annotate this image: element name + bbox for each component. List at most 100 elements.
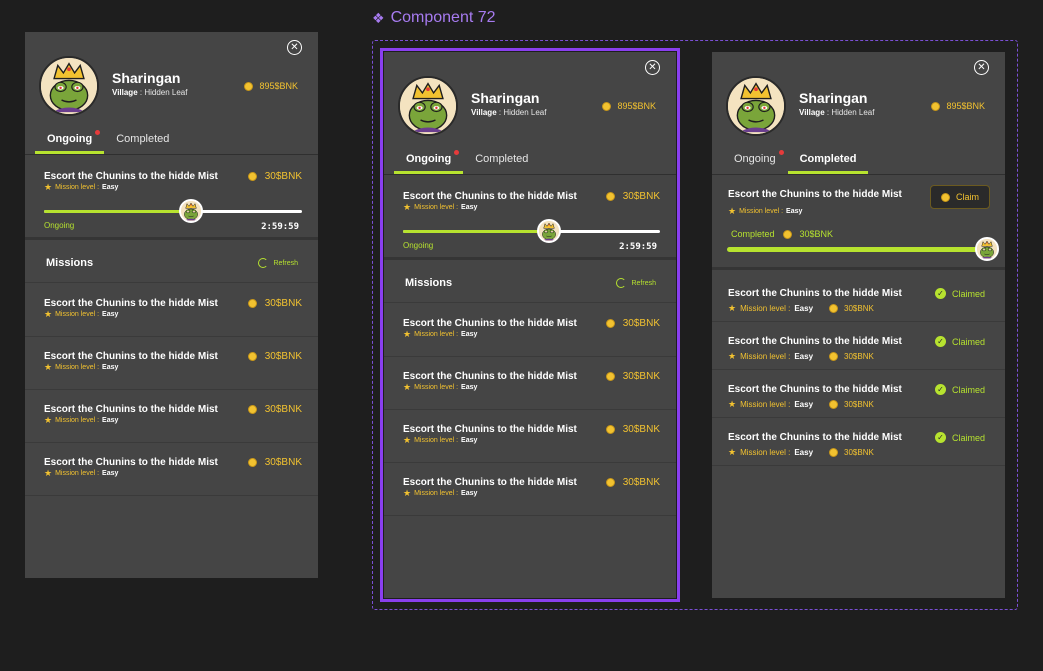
check-icon: ✓	[934, 432, 946, 443]
claim-button[interactable]: Claim	[929, 185, 990, 209]
mission-title: Escort the Chunins to the hidde Mist	[728, 432, 902, 443]
notification-dot	[454, 150, 460, 155]
mission-level-value: Easy	[102, 364, 119, 371]
mission-level-label: Mission level :	[55, 364, 100, 371]
current-mission: Escort the Chunins to the hidde Mist ★ Mi…	[384, 175, 676, 260]
mission-row[interactable]: Escort the Chunins to the hidde Mist ★ Mis…	[384, 463, 676, 516]
tab-ongoing[interactable]: Ongoing	[394, 150, 464, 174]
coin-icon	[829, 448, 839, 457]
mission-level-value: Easy	[102, 470, 119, 477]
refresh-button[interactable]: Refresh	[616, 278, 656, 288]
mission-level: ★ Mission level : Easy	[728, 207, 802, 216]
mission-row[interactable]: Escort the Chunins to the hidde Mist ★ Mis…	[25, 443, 318, 496]
claimed-label: Claimed	[951, 432, 985, 443]
missions-header: Missions Refresh	[25, 243, 318, 283]
mission-title: Escort the Chunins to the hidde Mist	[44, 298, 218, 309]
mission-level-value: Easy	[794, 400, 814, 409]
component-label: ❖ Component 72	[372, 9, 496, 27]
mission-reward: 30$BNK	[829, 304, 874, 313]
mission-level-label: Mission level :	[414, 331, 459, 338]
mission-level-label: Mission level :	[739, 208, 784, 215]
mission-reward: 30$BNK	[247, 457, 302, 468]
village-value: : Hidden Leaf	[137, 88, 188, 97]
mission-reward: 30$BNK	[605, 424, 660, 435]
frog-king-avatar-icon[interactable]	[179, 199, 204, 223]
mission-level-label: Mission level :	[414, 437, 459, 444]
mission-level: ★ Mission level : Easy 30$BNK	[728, 352, 874, 361]
mission-level-label: Mission level :	[55, 417, 100, 424]
tab-bar: Ongoing Completed	[722, 150, 1005, 174]
coin-icon	[247, 458, 257, 467]
refresh-icon	[258, 258, 269, 268]
mission-row[interactable]: Escort the Chunins to the hidde Mist ★ Mis…	[25, 390, 318, 443]
mission-level: ★ Mission level : Easy	[403, 203, 477, 212]
mission-level-label: Mission level :	[414, 384, 459, 391]
tab-ongoing-label: Ongoing	[734, 153, 776, 165]
star-icon: ★	[728, 399, 737, 409]
mission-level-value: Easy	[461, 204, 478, 211]
missions-panel-completed: ✕ Sharingan Village : Hidden Leaf 895$BN…	[712, 52, 1005, 598]
user-header: Sharingan Village : Hidden Leaf 895$BNK	[398, 76, 662, 138]
mission-progress-bar	[403, 219, 660, 243]
mission-timer: 2:59:59	[619, 242, 657, 252]
mission-level: ★ Mission level : Easy 30$BNK	[728, 304, 874, 313]
mission-title: Escort the Chunins to the hidde Mist	[44, 171, 218, 182]
village-label: Village	[799, 108, 825, 117]
frog-king-avatar-icon	[975, 237, 999, 261]
tab-bar: Ongoing Completed	[35, 130, 318, 154]
mission-row[interactable]: Escort the Chunins to the hidde Mist ★ Mis…	[384, 357, 676, 410]
village-value: : Hidden Leaf	[496, 108, 547, 117]
village-value: : Hidden Leaf	[824, 108, 875, 117]
mission-row[interactable]: Escort the Chunins to the hidde Mist ★ Mis…	[25, 337, 318, 390]
coin-icon	[829, 400, 839, 409]
mission-level-value: Easy	[461, 490, 478, 497]
mission-level-value: Easy	[794, 448, 814, 457]
reward-value: 30$BNK	[264, 457, 302, 468]
refresh-button[interactable]: Refresh	[258, 258, 298, 268]
close-icon[interactable]: ✕	[645, 60, 660, 75]
village-label: Village	[471, 108, 497, 117]
mission-progress-bar	[44, 199, 302, 223]
reward-value: 30$BNK	[799, 229, 834, 239]
mission-level-label: Mission level :	[414, 204, 459, 211]
close-icon[interactable]: ✕	[287, 40, 302, 55]
claimed-mission-row: Escort the Chunins to the hidde Mist ★ Mis…	[712, 274, 1005, 322]
mission-reward: 30$BNK	[829, 400, 874, 409]
balance: 895$BNK	[602, 101, 656, 111]
tab-ongoing[interactable]: Ongoing	[722, 150, 788, 174]
tab-completed[interactable]: Completed	[104, 130, 181, 154]
coin-icon	[244, 81, 254, 91]
notification-dot	[778, 150, 784, 155]
mission-reward: 30$BNK	[247, 298, 302, 309]
mission-level-label: Mission level :	[414, 490, 459, 497]
star-icon: ★	[403, 488, 412, 498]
village-label: Village	[112, 88, 138, 97]
mission-reward: 30$BNK	[605, 191, 660, 202]
mission-level-label: Mission level :	[55, 184, 100, 191]
tab-completed[interactable]: Completed	[463, 150, 540, 174]
mission-row[interactable]: Escort the Chunins to the hidde Mist ★ Mis…	[384, 304, 676, 357]
reward-value: 30$BNK	[622, 424, 660, 435]
mission-row[interactable]: Escort the Chunins to the hidde Mist ★ Mis…	[384, 410, 676, 463]
mission-reward: 30$BNK	[829, 352, 874, 361]
close-icon[interactable]: ✕	[974, 60, 989, 75]
coin-icon	[605, 192, 615, 201]
mission-row[interactable]: Escort the Chunins to the hidde Mist ★ Mis…	[25, 284, 318, 337]
mission-level-label: Mission level :	[55, 311, 100, 318]
mission-level: ★ Mission level : Easy	[44, 363, 118, 372]
claimed-badge: ✓ Claimed	[934, 288, 985, 299]
tab-ongoing[interactable]: Ongoing	[35, 130, 105, 154]
reward-value: 30$BNK	[622, 371, 660, 382]
mission-reward: 30$BNK	[829, 448, 874, 457]
claimed-label: Claimed	[951, 384, 985, 395]
coin-icon	[940, 192, 950, 202]
tab-completed[interactable]: Completed	[787, 150, 869, 174]
claimed-mission-row: Escort the Chunins to the hidde Mist ★ Mis…	[712, 322, 1005, 370]
notification-dot	[95, 130, 101, 135]
mission-level: ★ Mission level : Easy	[403, 489, 477, 498]
frog-king-avatar-icon[interactable]	[537, 219, 562, 243]
reward-value: 30$BNK	[264, 404, 302, 415]
check-icon: ✓	[934, 384, 946, 395]
mission-reward: 30$BNK	[247, 171, 302, 182]
mission-level-value: Easy	[461, 331, 478, 338]
